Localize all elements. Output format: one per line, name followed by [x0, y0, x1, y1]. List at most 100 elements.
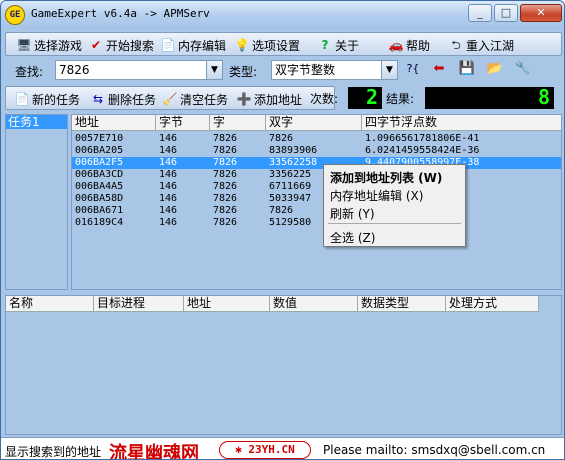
menu-separator: [328, 223, 461, 224]
clear-tasks-button[interactable]: 🧹 清空任务: [162, 89, 229, 109]
table-row[interactable]: 0057E710 146 7826 7826 1.0966561781806E-41: [72, 133, 561, 145]
brand-logo: 流星幽魂网: [109, 443, 199, 460]
table-row[interactable]: 006BA67114678267826…41: [72, 205, 561, 217]
table-cell: 7826: [213, 205, 238, 216]
main-toolbar: 🖥 选择游戏 ✔ 开始搜索 📄 内存编辑 💡 选项设置 ? 关于 🚗 帮助 ⮌ …: [5, 32, 562, 56]
column-header[interactable]: 处理方式: [446, 296, 539, 312]
column-header[interactable]: 地址: [72, 115, 156, 131]
column-header[interactable]: 名称: [6, 296, 94, 312]
clear-tasks-label: 清空任务: [180, 92, 229, 107]
new-task-button[interactable]: 📄 新的任务: [14, 89, 81, 109]
address-table: 名称 目标进程 地址 数值 数据类型 处理方式: [5, 295, 562, 435]
type-dropdown-arrow[interactable]: ▼: [381, 61, 397, 79]
type-value: 双字节整数: [275, 63, 336, 77]
table-cell: 6711669: [269, 181, 312, 192]
column-header[interactable]: 字节: [156, 115, 210, 131]
table-row[interactable]: 006BA58D14678265033947…37: [72, 193, 561, 205]
column-header[interactable]: 字: [210, 115, 266, 131]
task-item[interactable]: 任务1: [6, 115, 67, 129]
search-value: 7826: [59, 63, 90, 77]
type-label: 类型:: [229, 65, 258, 79]
column-header[interactable]: 四字节浮点数: [362, 115, 561, 131]
table-cell: 7826: [213, 145, 238, 156]
select-game-button[interactable]: 🖥 选择游戏: [16, 35, 82, 55]
minimize-button[interactable]: _: [468, 4, 492, 22]
status-bar: 显示搜索到的地址 流星幽魂网 ✱ 23YH.CN Please mailto: …: [1, 437, 564, 460]
menu-memory-edit[interactable]: 内存地址编辑 (X): [330, 187, 423, 204]
table-row[interactable]: 006BA3CD14678263356225…36: [72, 169, 561, 181]
table-cell: 3356225: [269, 169, 312, 180]
monitor-icon: 🖥: [16, 38, 32, 52]
maximize-button[interactable]: □: [494, 4, 518, 22]
delete-task-button[interactable]: ⇆ 删除任务: [90, 89, 156, 109]
window-title: GameExpert v6.4a -> APMServ: [31, 7, 210, 20]
memory-edit-button[interactable]: 📄 内存编辑: [160, 35, 227, 55]
app-window: GE GameExpert v6.4a -> APMServ _ □ ✕ 🖥 选…: [0, 0, 565, 460]
count-display: 2: [348, 87, 382, 109]
table-cell: 146: [159, 145, 178, 156]
contact-text: Please mailto: smsdxq@sbell.com.cn: [323, 443, 546, 457]
column-header[interactable]: 目标进程: [94, 296, 184, 312]
table-row[interactable]: 006BA2F5 146 7826 33562258 9.4407900558997E-…: [72, 157, 561, 169]
table-cell: 5033947: [269, 193, 312, 204]
table-cell: 7826: [213, 193, 238, 204]
table-cell: 7826: [269, 205, 294, 216]
delete-task-icon: ⇆: [92, 92, 104, 106]
add-address-button[interactable]: ➕ 添加地址: [236, 89, 303, 109]
table-cell: 016189C4: [75, 217, 124, 228]
search-input[interactable]: 7826 ▼: [55, 60, 223, 80]
count-label: 次数:: [310, 92, 339, 106]
table-cell: 006BA58D: [75, 193, 124, 204]
table-cell: 7826: [213, 133, 238, 144]
search-dropdown-arrow[interactable]: ▼: [206, 61, 222, 79]
exit-icon: ⮌: [451, 38, 461, 52]
memory-edit-label: 内存编辑: [178, 38, 227, 53]
search-label: 查找:: [15, 65, 44, 79]
new-task-label: 新的任务: [32, 92, 81, 107]
table-cell: 33562258: [269, 157, 318, 168]
folder-icon[interactable]: 📂: [485, 59, 505, 79]
site-badge[interactable]: ✱ 23YH.CN: [219, 441, 311, 459]
document-icon: 📄: [160, 38, 176, 52]
table-cell: 7826: [213, 169, 238, 180]
table-row[interactable]: 006BA205 146 7826 83893906 6.0241459558424E-…: [72, 145, 561, 157]
table-cell: 6.0241459558424E-36: [365, 145, 480, 156]
delete-task-label: 删除任务: [108, 92, 157, 107]
tool-icon[interactable]: 🔧: [513, 59, 533, 79]
car-icon: 🚗: [388, 38, 404, 52]
column-header[interactable]: 数值: [270, 296, 358, 312]
arrow-left-icon[interactable]: ⬅: [429, 59, 449, 79]
reenter-label: 重入江湖: [466, 38, 515, 53]
about-label: 关于: [335, 38, 360, 53]
table-cell: 146: [159, 205, 178, 216]
start-search-label: 开始搜索: [106, 38, 155, 53]
help-label: 帮助: [406, 38, 431, 53]
query-icon[interactable]: ?{: [403, 59, 423, 79]
close-button[interactable]: ✕: [520, 4, 562, 22]
menu-add-to-list[interactable]: 添加到地址列表 (W): [330, 169, 442, 186]
column-header[interactable]: 双字: [266, 115, 362, 131]
title-bar[interactable]: GE GameExpert v6.4a -> APMServ _ □ ✕: [1, 1, 564, 29]
start-search-button[interactable]: ✔ 开始搜索: [88, 35, 154, 55]
type-select[interactable]: 双字节整数 ▼: [271, 60, 398, 80]
context-menu: 添加到地址列表 (W) 内存地址编辑 (X) 刷新 (Y) 全选 (Z): [323, 164, 466, 247]
table-row[interactable]: 006BA4A514678266711669…36: [72, 181, 561, 193]
table-cell: 7826: [213, 217, 238, 228]
help-icon: ?: [321, 38, 329, 52]
table-cell: 006BA4A5: [75, 181, 124, 192]
table-cell: 006BA205: [75, 145, 124, 156]
options-button[interactable]: 💡 选项设置: [234, 35, 301, 55]
menu-refresh[interactable]: 刷新 (Y): [330, 205, 375, 222]
bulb-icon: 💡: [234, 38, 250, 52]
status-text: 显示搜索到的地址: [5, 445, 102, 459]
reenter-button[interactable]: ⮌ 重入江湖: [448, 35, 514, 55]
save-icon[interactable]: 💾: [457, 59, 477, 79]
add-address-label: 添加地址: [254, 92, 303, 107]
help-button[interactable]: 🚗 帮助: [388, 35, 431, 55]
column-header[interactable]: 地址: [184, 296, 270, 312]
table-row[interactable]: 016189C414678265129580…20: [72, 217, 561, 229]
about-button[interactable]: ? 关于: [317, 35, 360, 55]
table-cell: 146: [159, 217, 178, 228]
menu-select-all[interactable]: 全选 (Z): [330, 229, 375, 246]
column-header[interactable]: 数据类型: [358, 296, 446, 312]
